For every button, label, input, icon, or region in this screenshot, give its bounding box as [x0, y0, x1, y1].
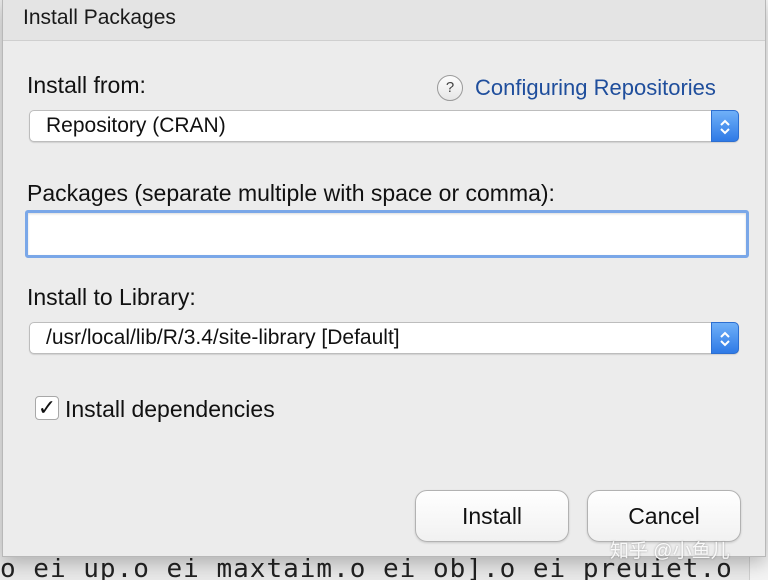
install-from-value: Repository (CRAN) [46, 114, 226, 137]
configuring-repositories-link[interactable]: ? Configuring Repositories [437, 74, 716, 102]
select-stepper-icon[interactable] [711, 322, 739, 354]
cancel-button[interactable]: Cancel [587, 490, 741, 542]
library-select[interactable]: /usr/local/lib/R/3.4/site-library [Defau… [29, 322, 739, 354]
install-to-library-label: Install to Library: [27, 284, 196, 310]
dialog-title: Install Packages [23, 6, 176, 29]
zhihu-watermark: 知乎 @小鱼儿 [610, 541, 730, 562]
install-from-label: Install from: [27, 72, 146, 98]
configuring-repositories-text[interactable]: Configuring Repositories [475, 75, 716, 101]
install-dependencies-checkbox[interactable]: ✓ [35, 396, 59, 420]
packages-input[interactable] [25, 210, 749, 258]
library-value: /usr/local/lib/R/3.4/site-library [Defau… [46, 326, 400, 349]
install-packages-dialog: Install Packages Install from: ? Configu… [2, 0, 766, 557]
help-question-icon[interactable]: ? [437, 75, 463, 101]
dialog-titlebar: Install Packages [3, 0, 765, 41]
install-dependencies-label[interactable]: Install dependencies [65, 396, 275, 423]
select-stepper-icon[interactable] [711, 110, 739, 142]
install-button[interactable]: Install [415, 490, 569, 542]
install-from-select[interactable]: Repository (CRAN) [29, 110, 739, 142]
packages-label: Packages (separate multiple with space o… [27, 180, 555, 206]
